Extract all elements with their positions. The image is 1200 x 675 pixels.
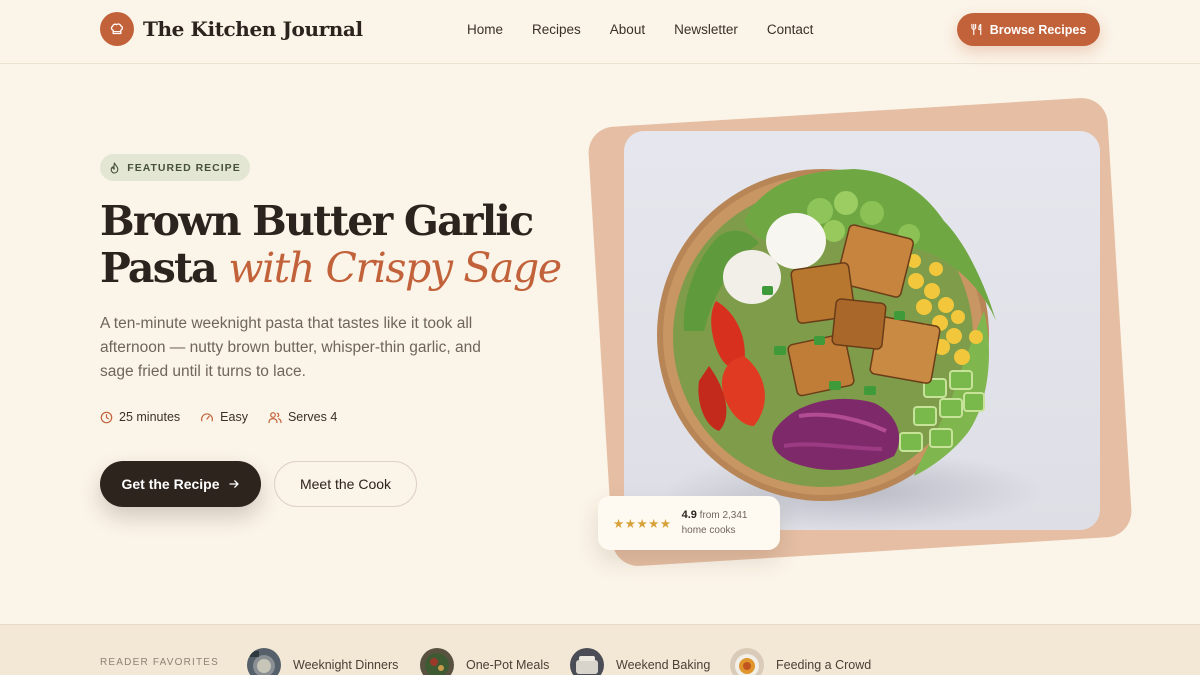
brand[interactable]: The Kitchen Journal	[100, 12, 363, 46]
utensils-icon	[971, 23, 982, 36]
meta-difficulty: Easy	[200, 410, 248, 424]
nav-contact[interactable]: Contact	[767, 21, 814, 39]
clock-icon	[100, 411, 113, 423]
recipe-title-line1: Brown Butter Garlic	[100, 197, 534, 245]
meta-time-label: 25 minutes	[119, 410, 181, 424]
meta-difficulty-label: Easy	[220, 410, 248, 424]
favorite-item-weeknight-dinners[interactable]: Weeknight Dinners	[247, 648, 398, 675]
nav-about[interactable]: About	[610, 21, 645, 39]
gauge-icon	[201, 412, 214, 421]
favorite-thumbnail	[570, 648, 604, 675]
star-icon: ★	[648, 515, 660, 531]
favorites-label: READER FAVORITES	[100, 657, 220, 668]
favorite-name: Feeding a Crowd	[776, 658, 872, 672]
star-rating: ★ ★ ★ ★ ★	[613, 516, 672, 531]
meta-serves: Serves 4	[268, 410, 337, 424]
brand-name: The Kitchen Journal	[143, 17, 363, 41]
favorite-thumbnail	[730, 648, 764, 675]
favorite-item-one-pot-meals[interactable]: One-Pot Meals	[420, 648, 549, 675]
favorite-name: Weeknight Dinners	[293, 658, 399, 672]
star-icon: ★	[624, 515, 636, 531]
featured-badge: FEATURED RECIPE	[100, 154, 250, 181]
browse-recipes-button[interactable]: Browse Recipes	[957, 13, 1100, 46]
meta-serves-label: Serves 4	[287, 410, 338, 424]
nav-home[interactable]: Home	[467, 21, 503, 39]
rating-from: from 2,341	[699, 510, 748, 521]
site-header: The Kitchen Journal Home Recipes About N…	[0, 0, 1200, 64]
flame-icon	[110, 161, 119, 174]
meet-cook-label: Meet the Cook	[299, 476, 392, 492]
reader-favorites: READER FAVORITES Weeknight Dinners One-P…	[0, 624, 1200, 675]
browse-recipes-label: Browse Recipes	[989, 22, 1087, 37]
users-icon	[268, 411, 282, 423]
arrow-right-icon	[228, 480, 239, 488]
chef-hat-icon	[100, 12, 134, 46]
favorite-name: Weekend Baking	[616, 658, 711, 672]
favorite-name: One-Pot Meals	[466, 658, 550, 672]
meta-time: 25 minutes	[100, 410, 180, 424]
recipe-title: Brown Butter Garlic Pasta with Crispy Sa…	[100, 198, 600, 292]
recipe-meta: 25 minutes Easy Serves 4	[100, 410, 357, 424]
star-icon: ★	[613, 515, 625, 531]
recipe-description: A ten-minute weeknight pasta that tastes…	[100, 315, 481, 380]
meet-cook-button[interactable]: Meet the Cook	[274, 461, 417, 507]
favorite-thumbnail	[420, 648, 454, 675]
rating-text: 4.9 from 2,341 home cooks	[682, 508, 748, 538]
recipe-title-accent: with Crispy Sage	[228, 244, 562, 292]
recipe-title-line2: Pasta	[100, 244, 218, 292]
rating-score: 4.9	[681, 509, 697, 521]
get-recipe-button[interactable]: Get the Recipe	[100, 461, 261, 507]
star-icon: ★	[659, 515, 672, 531]
star-icon: ★	[636, 515, 648, 531]
rating-card: ★ ★ ★ ★ ★ 4.9 from 2,341 home cooks	[598, 496, 780, 550]
recipe-photo	[624, 131, 1100, 530]
favorite-item-weekend-baking[interactable]: Weekend Baking	[570, 648, 710, 675]
get-recipe-label: Get the Recipe	[121, 476, 220, 492]
favorite-item-feeding-a-crowd[interactable]: Feeding a Crowd	[730, 648, 871, 675]
favorite-thumbnail	[247, 648, 281, 675]
main-nav: Home Recipes About Newsletter Contact	[467, 21, 813, 39]
featured-badge-label: FEATURED RECIPE	[127, 161, 241, 174]
nav-recipes[interactable]: Recipes	[532, 21, 581, 39]
nav-newsletter[interactable]: Newsletter	[674, 21, 738, 39]
rating-label: home cooks	[681, 525, 736, 536]
